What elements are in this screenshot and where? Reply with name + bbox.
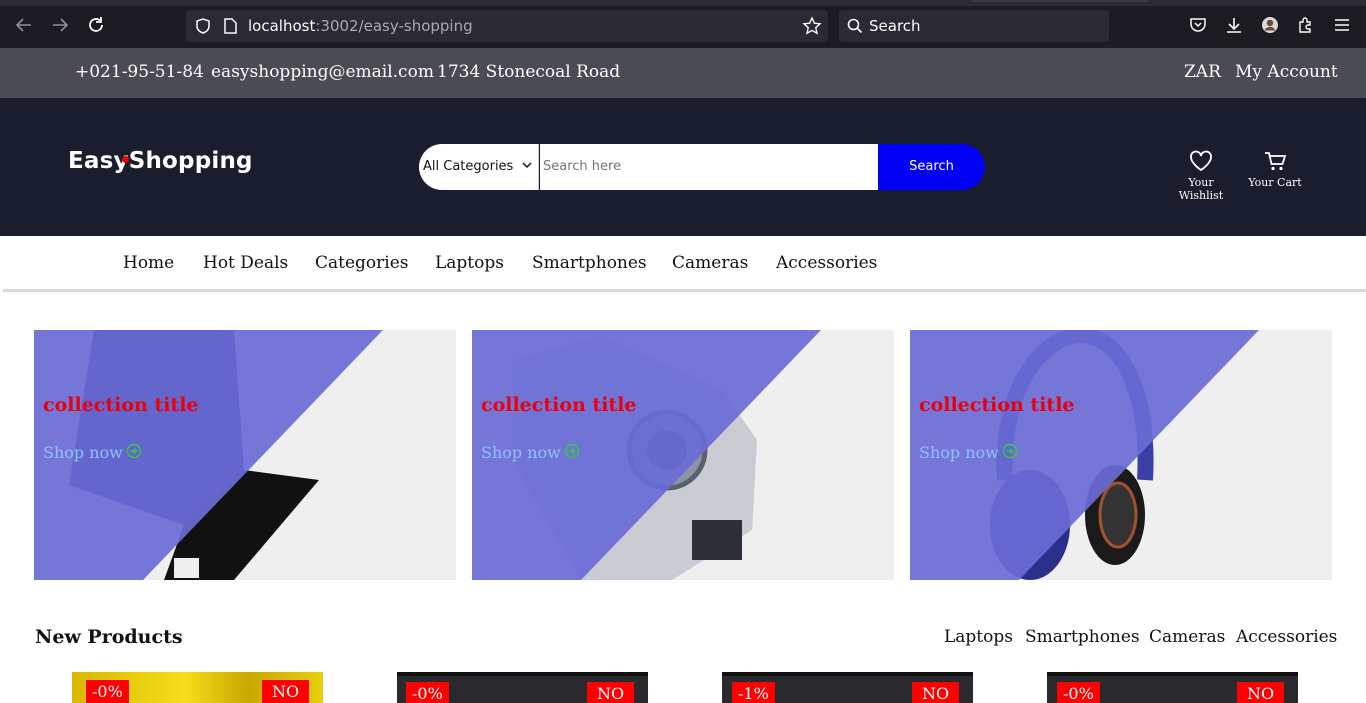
contact-bar: +021-95-51-84 easyshopping@email.com 173…: [0, 48, 1366, 98]
phone-link[interactable]: +021-95-51-84: [75, 62, 204, 82]
shop-now-link[interactable]: Shop now: [919, 443, 999, 462]
browser-search-box[interactable]: Search: [839, 10, 1109, 42]
nav-item-cameras[interactable]: Cameras: [672, 253, 748, 273]
logo-accent-dot: [122, 156, 129, 163]
nav-divider: [3, 289, 1366, 292]
discount-badge: -0%: [406, 682, 449, 703]
heart-icon: [1190, 150, 1212, 172]
nav-item-home[interactable]: Home: [123, 253, 174, 273]
menu-icon[interactable]: [1332, 15, 1352, 35]
tab-smartphones[interactable]: Smartphones: [1025, 627, 1140, 647]
wishlist-link[interactable]: Your Wishlist: [1166, 150, 1236, 202]
forward-icon[interactable]: [49, 14, 71, 36]
url-text[interactable]: localhost:3002/easy-shopping: [248, 17, 473, 35]
site-logo[interactable]: EasyShopping: [68, 148, 253, 174]
collection-card-laptop[interactable]: collection title Shop now: [34, 330, 456, 580]
extensions-icon[interactable]: [1296, 15, 1316, 35]
collection-title: collection title: [919, 394, 1075, 416]
product-card[interactable]: -1% NO: [722, 672, 973, 703]
cart-link[interactable]: Your Cart: [1245, 150, 1305, 189]
site-header: EasyShopping All Categories Search here …: [0, 98, 1366, 236]
tab-strip: [0, 0, 1366, 6]
back-icon[interactable]: [13, 14, 35, 36]
collection-title: collection title: [481, 394, 637, 416]
search-form: All Categories Search here Search: [419, 144, 985, 190]
nav-item-hot-deals[interactable]: Hot Deals: [203, 253, 288, 273]
pocket-icon[interactable]: [1188, 15, 1208, 35]
product-card[interactable]: -0% NO: [72, 672, 323, 703]
address-bar[interactable]: localhost:3002/easy-shopping: [186, 10, 828, 42]
tab-laptops[interactable]: Laptops: [944, 627, 1013, 647]
email-link[interactable]: easyshopping@email.com: [211, 62, 434, 82]
nav-item-accessories[interactable]: Accessories: [776, 253, 877, 273]
discount-badge: -0%: [86, 680, 129, 703]
collection-card-camera[interactable]: collection title Shop now: [472, 330, 894, 580]
product-card[interactable]: -0% NO: [397, 672, 648, 703]
url-host: localhost: [248, 17, 316, 35]
tab-accessories[interactable]: Accessories: [1236, 627, 1337, 647]
search-button[interactable]: Search: [878, 144, 985, 190]
product-card[interactable]: -0% NO: [1047, 672, 1298, 703]
tab-indicator: [972, 0, 1148, 2]
search-icon: [847, 18, 863, 34]
browser-search-label: Search: [869, 17, 921, 35]
arrow-circle-right-icon: [1002, 443, 1018, 459]
search-input[interactable]: Search here: [540, 144, 878, 190]
cart-icon: [1265, 152, 1287, 171]
shield-icon[interactable]: [194, 17, 212, 35]
shop-now-link[interactable]: Shop now: [481, 443, 561, 462]
my-account-link[interactable]: My Account: [1235, 62, 1338, 82]
tab-cameras[interactable]: Cameras: [1149, 627, 1225, 647]
url-path: :3002/easy-shopping: [315, 17, 473, 35]
discount-badge: -1%: [732, 682, 775, 703]
nav-item-smartphones[interactable]: Smartphones: [532, 253, 647, 273]
reload-icon[interactable]: [85, 14, 107, 36]
page-icon[interactable]: [222, 17, 238, 35]
star-icon[interactable]: [802, 16, 822, 36]
collection-card-headphones[interactable]: collection title Shop now: [910, 330, 1332, 580]
shop-now-link[interactable]: Shop now: [43, 443, 123, 462]
category-select[interactable]: All Categories: [419, 144, 539, 190]
discount-badge: -0%: [1057, 682, 1100, 703]
download-icon[interactable]: [1224, 15, 1244, 35]
main-navigation: Home Hot Deals Categories Laptops Smartp…: [0, 236, 1366, 292]
cart-label: Your Cart: [1248, 176, 1302, 189]
currency-link[interactable]: ZAR: [1184, 62, 1221, 82]
chevron-down-icon: [522, 162, 532, 169]
nav-item-categories[interactable]: Categories: [315, 253, 409, 273]
new-badge: NO: [912, 682, 960, 703]
arrow-circle-right-icon: [564, 443, 580, 459]
browser-toolbar: localhost:3002/easy-shopping Search: [0, 0, 1366, 48]
new-products-title: New Products: [35, 626, 183, 648]
arrow-circle-right-icon: [126, 443, 142, 459]
wishlist-label: Your Wishlist: [1178, 176, 1224, 202]
new-badge: NO: [587, 682, 635, 703]
category-select-value: All Categories: [423, 159, 514, 174]
address-link[interactable]: 1734 Stonecoal Road: [437, 62, 620, 82]
new-badge: NO: [262, 680, 310, 703]
new-badge: NO: [1237, 682, 1285, 703]
collection-title: collection title: [43, 394, 199, 416]
account-icon[interactable]: [1260, 15, 1280, 35]
nav-item-laptops[interactable]: Laptops: [435, 253, 504, 273]
